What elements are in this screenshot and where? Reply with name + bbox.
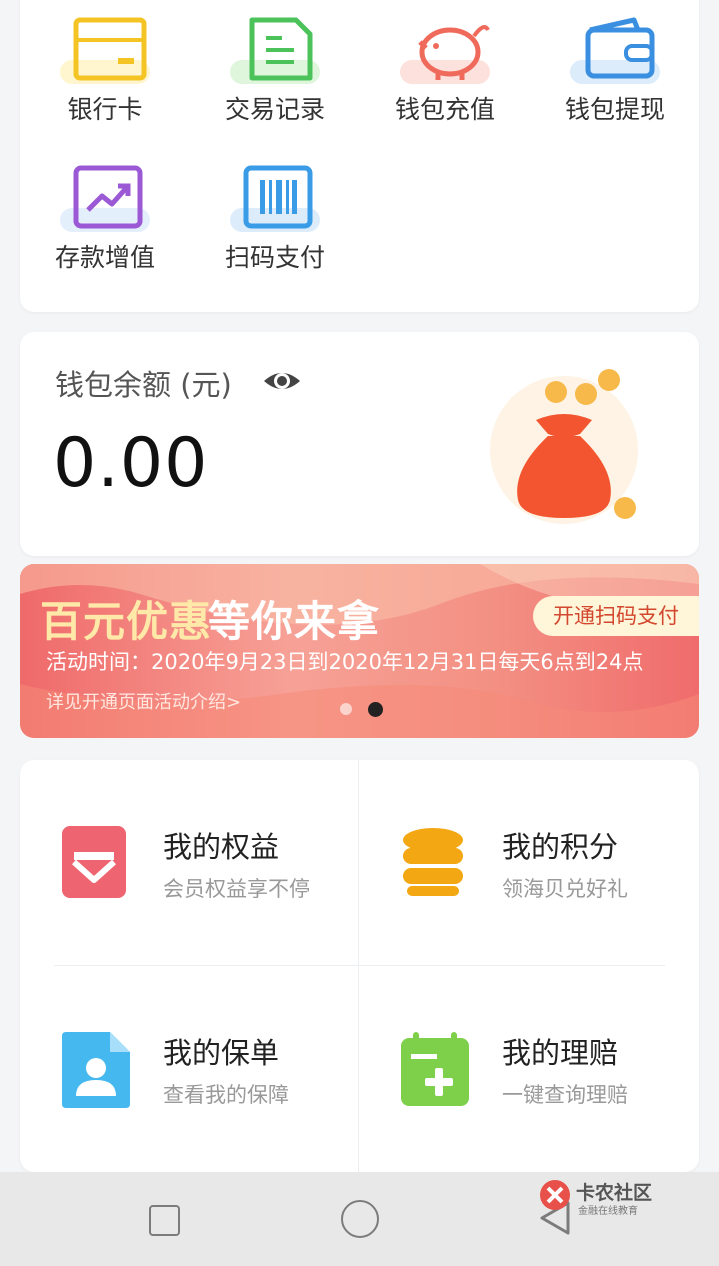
service-label: 钱包提现 (564, 95, 665, 124)
benefit-title: 我的积分 (502, 830, 619, 864)
piggy-bank-icon (390, 8, 500, 88)
carousel-dot[interactable] (340, 703, 352, 715)
claim-calendar-icon (401, 1032, 469, 1106)
banner-title: 等你来拿 (208, 597, 381, 646)
watermark-tagline: 金融在线教育 (578, 1206, 638, 1217)
service-label: 钱包充值 (394, 95, 495, 124)
banner-activity-time: 活动时间：2020年9月23日到2020年12月31日每天6点到24点 (46, 650, 644, 674)
recent-apps-button[interactable] (149, 1205, 180, 1236)
home-button[interactable] (341, 1200, 379, 1238)
banner-title-highlight: 百元优惠 (40, 597, 213, 646)
service-label: 交易记录 (224, 95, 325, 124)
benefits-card: 我的权益 会员权益享不停 我的积分 领海贝兑好礼 我的保单 查看我的保障 我的理… (20, 760, 699, 1172)
watermark-name: 卡农社区 (576, 1182, 653, 1204)
benefit-title: 我的理赔 (502, 1036, 619, 1070)
benefit-subtitle: 查看我的保障 (163, 1083, 289, 1107)
barcode-icon (220, 156, 330, 236)
benefit-title: 我的权益 (163, 830, 280, 864)
benefit-my-policy[interactable]: 我的保单 查看我的保障 (20, 966, 359, 1171)
transaction-record-icon (220, 8, 330, 88)
service-label: 扫码支付 (224, 243, 325, 272)
service-label: 银行卡 (67, 95, 143, 124)
benefit-subtitle: 一键查询理赔 (502, 1083, 628, 1107)
benefit-my-points[interactable]: 我的积分 领海贝兑好礼 (359, 760, 698, 965)
rights-gift-icon (62, 826, 126, 898)
service-deposit-growth[interactable]: 存款增值 (20, 156, 190, 274)
watermark-logo-icon (540, 1180, 570, 1210)
service-wallet-recharge[interactable]: 钱包充值 (360, 8, 530, 126)
trend-chart-icon (50, 156, 160, 236)
benefit-title: 我的保单 (163, 1036, 280, 1070)
service-label: 存款增值 (54, 243, 155, 272)
service-scan-pay[interactable]: 扫码支付 (190, 156, 360, 274)
services-card: 银行卡 交易记录 钱包充值 钱包提现 存款增值 扫码支付 (20, 0, 699, 312)
service-transaction-record[interactable]: 交易记录 (190, 8, 360, 126)
service-wallet-withdraw[interactable]: 钱包提现 (530, 8, 700, 126)
promo-banner[interactable]: 百元优惠 等你来拿 开通扫码支付 活动时间：2020年9月23日到2020年12… (20, 564, 699, 738)
coins-icon (403, 828, 463, 896)
service-bank-card[interactable]: 银行卡 (20, 8, 190, 126)
eye-icon[interactable] (262, 363, 302, 399)
banner-cta-button[interactable]: 开通扫码支付 (533, 596, 699, 636)
money-bag-icon (490, 369, 638, 524)
wallet-balance-card[interactable]: 钱包余额 (元) 0.00 (20, 332, 699, 556)
wallet-balance-title: 钱包余额 (元) (55, 368, 232, 402)
wallet-balance-amount: 0.00 (53, 424, 209, 503)
benefit-my-rights[interactable]: 我的权益 会员权益享不停 (20, 760, 359, 965)
carousel-dot-active[interactable] (368, 702, 383, 717)
benefit-subtitle: 领海贝兑好礼 (502, 877, 628, 901)
benefit-my-claims[interactable]: 我的理赔 一键查询理赔 (359, 966, 698, 1171)
wallet-icon (560, 8, 670, 88)
banner-details-link[interactable]: 详见开通页面活动介绍> (46, 688, 241, 714)
policy-document-icon (62, 1032, 130, 1108)
bank-card-icon (50, 8, 160, 88)
benefit-subtitle: 会员权益享不停 (163, 877, 310, 901)
